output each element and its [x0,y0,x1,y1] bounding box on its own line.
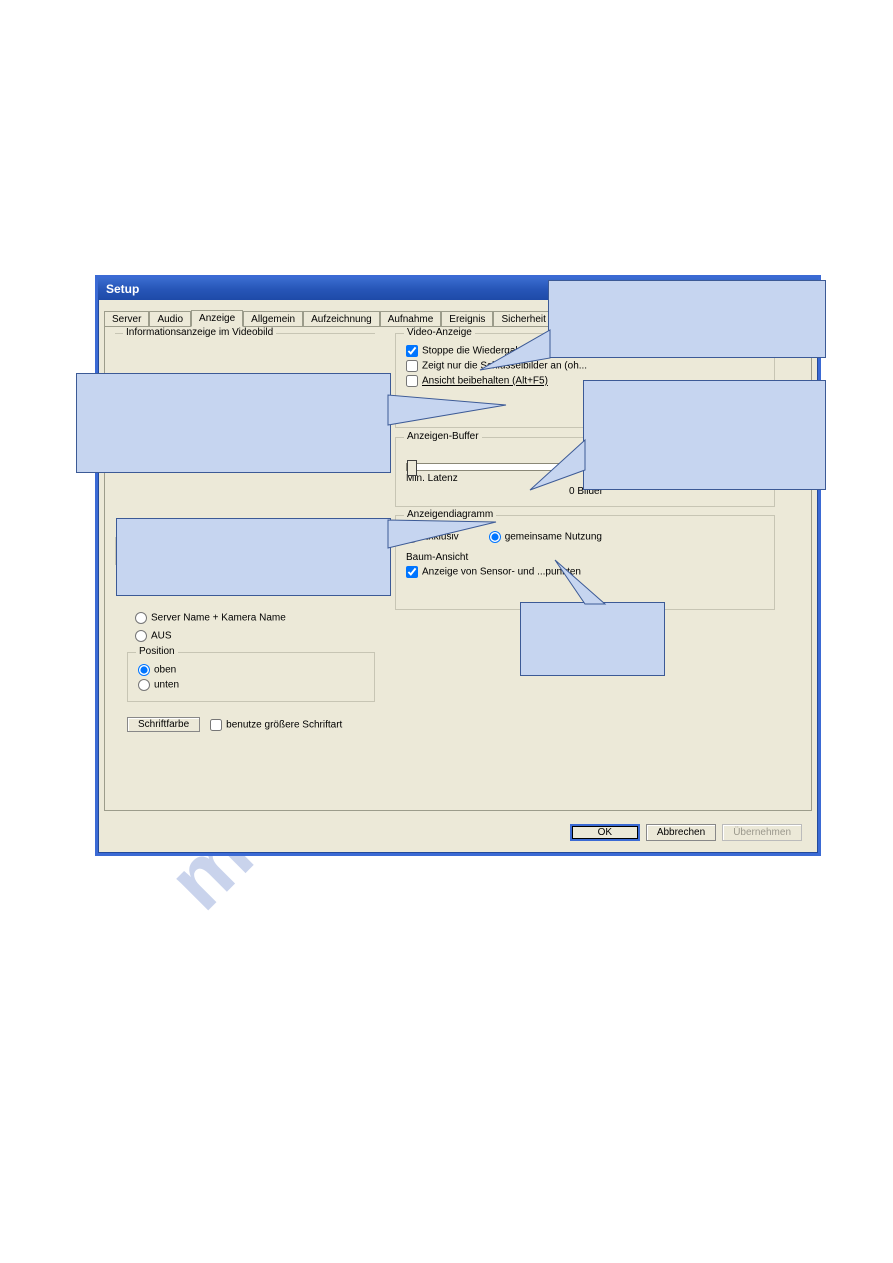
schriftfarbe-button[interactable]: Schriftfarbe [127,717,200,732]
group-position: Position oben unten [127,652,375,702]
legend-informationsanzeige: Informationsanzeige im Videobild [123,327,276,338]
radio-gemeinsam-label: gemeinsame Nutzung [505,532,602,543]
font-row: Schriftfarbe benutze größere Schriftart [127,717,342,732]
tab-allgemein[interactable]: Allgemein [243,311,303,327]
callout-left-lower-pointer [388,520,498,560]
checkbox-sensor-input[interactable] [406,566,418,578]
radio-unten-label: unten [154,680,179,691]
radio-aus[interactable]: AUS [135,630,172,642]
radio-unten[interactable]: unten [138,679,366,691]
radio-oben[interactable]: oben [138,664,366,676]
checkbox-schluesselbilder[interactable]: Zeigt nur die Schlüsselbilder an (oh... [406,360,766,372]
apply-button[interactable]: Übernehmen [722,824,802,841]
radio-aus-label: AUS [151,631,172,642]
callout-bottom-center [520,602,665,676]
radio-gemeinsam[interactable]: gemeinsame Nutzung [489,531,602,543]
tab-sicherheit[interactable]: Sicherheit [493,311,553,327]
radio-oben-input[interactable] [138,664,150,676]
callout-left-upper-pointer [388,395,508,445]
cancel-button[interactable]: Abbrechen [646,824,716,841]
callout-top-right-pointer [480,330,570,390]
checkbox-groessere-schrift-label: benutze größere Schriftart [226,719,342,730]
callout-left-lower [116,518,391,596]
ok-button[interactable]: OK [570,824,640,841]
callout-top-right [548,280,826,358]
radio-server-kamera-label: Server Name + Kamera Name [151,613,286,624]
group-informationsanzeige: Informationsanzeige im Videobild [115,333,375,350]
window-title: Setup [106,282,139,296]
tab-audio[interactable]: Audio [149,311,191,327]
checkbox-groessere-schrift-input[interactable] [210,719,222,731]
legend-video-anzeige: Video-Anzeige [404,327,475,338]
dialog-footer: OK Abbrechen Übernehmen [570,824,802,841]
checkbox-schluesselbilder-input[interactable] [406,360,418,372]
legend-position: Position [136,646,178,657]
legend-anzeigendiagramm: Anzeigendiagramm [404,509,496,520]
callout-bottom-center-pointer [555,560,615,606]
radio-server-kamera[interactable]: Server Name + Kamera Name [135,612,286,624]
callout-left-upper [76,373,391,473]
tab-aufnahme[interactable]: Aufnahme [380,311,442,327]
checkbox-stoppe-input[interactable] [406,345,418,357]
checkbox-ansicht-input[interactable] [406,375,418,387]
tab-aufzeichnung[interactable]: Aufzeichnung [303,311,380,327]
radio-server-kamera-input[interactable] [135,612,147,624]
tab-ereignis[interactable]: Ereignis [441,311,493,327]
checkbox-groessere-schrift[interactable]: benutze größere Schriftart [210,719,342,731]
buffer-slider-handle[interactable] [407,460,417,476]
callout-right-mid [583,380,826,490]
tab-anzeige[interactable]: Anzeige [191,310,243,327]
radio-unten-input[interactable] [138,679,150,691]
radio-aus-input[interactable] [135,630,147,642]
callout-right-mid-pointer [530,440,600,495]
radio-oben-label: oben [154,665,176,676]
tab-server[interactable]: Server [104,311,149,327]
